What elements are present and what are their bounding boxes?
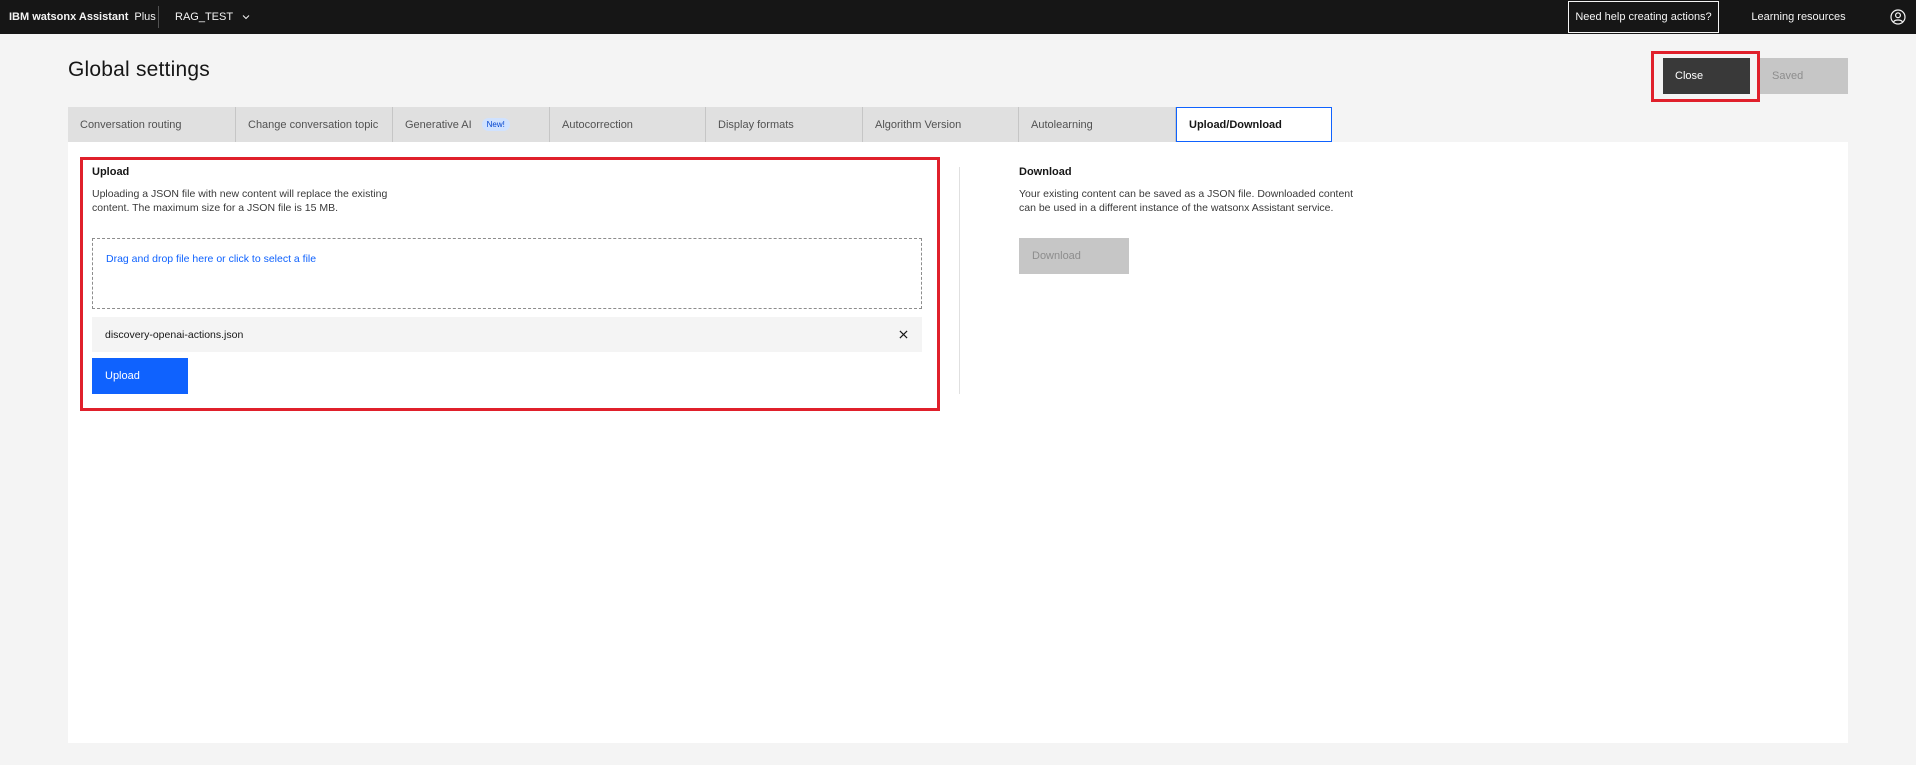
assistant-switcher[interactable]: RAG_TEST: [175, 0, 251, 34]
top-header-bar: IBM watsonx Assistant Plus RAG_TEST Need…: [0, 0, 1916, 34]
tab-label: Change conversation topic: [248, 118, 379, 131]
upload-heading: Upload: [92, 166, 130, 178]
tab-label: Autocorrection: [562, 118, 633, 131]
close-icon[interactable]: [896, 327, 910, 341]
upload-button[interactable]: Upload: [92, 358, 188, 394]
tab-conversation-routing[interactable]: Conversation routing: [68, 107, 236, 142]
need-help-button[interactable]: Need help creating actions?: [1568, 1, 1719, 33]
brand-name: IBM watsonx Assistant: [9, 11, 129, 23]
assistant-name: RAG_TEST: [175, 11, 234, 23]
file-dropzone[interactable]: Drag and drop file here or click to sele…: [92, 238, 922, 309]
tab-label: Upload/Download: [1189, 118, 1282, 131]
tab-change-conversation-topic[interactable]: Change conversation topic: [236, 107, 393, 142]
new-badge: New!: [481, 118, 510, 131]
tab-generative-ai[interactable]: Generative AI New!: [393, 107, 550, 142]
close-button[interactable]: Close: [1663, 58, 1750, 94]
tab-upload-download[interactable]: Upload/Download: [1176, 107, 1332, 142]
selected-file-row: discovery-openai-actions.json: [92, 317, 922, 352]
download-button: Download: [1019, 238, 1129, 274]
settings-tabs: Conversation routing Change conversation…: [68, 107, 1332, 142]
selected-file-name: discovery-openai-actions.json: [105, 328, 244, 341]
product-brand[interactable]: IBM watsonx Assistant Plus: [9, 0, 156, 34]
learning-resources-link[interactable]: Learning resources: [1735, 0, 1862, 34]
chevron-down-icon: [242, 15, 250, 20]
page-title: Global settings: [68, 58, 210, 81]
download-description: Your existing content can be saved as a …: [1019, 188, 1354, 214]
tab-autolearning[interactable]: Autolearning: [1019, 107, 1176, 142]
tab-display-formats[interactable]: Display formats: [706, 107, 863, 142]
tab-label: Display formats: [718, 118, 794, 131]
tab-label: Conversation routing: [80, 118, 182, 131]
tab-algorithm-version[interactable]: Algorithm Version: [863, 107, 1019, 142]
tab-label: Algorithm Version: [875, 118, 962, 131]
dropzone-label: Drag and drop file here or click to sele…: [106, 253, 317, 265]
user-avatar-icon[interactable]: [1880, 0, 1916, 34]
tab-label: Generative AI: [405, 118, 472, 131]
saved-button: Saved: [1760, 58, 1848, 94]
tab-autocorrection[interactable]: Autocorrection: [550, 107, 706, 142]
header-divider: [158, 6, 159, 28]
upload-description: Uploading a JSON file with new content w…: [92, 188, 388, 214]
brand-plan: Plus: [134, 11, 156, 23]
tab-label: Autolearning: [1031, 118, 1093, 131]
section-divider: [959, 167, 960, 394]
download-heading: Download: [1019, 166, 1072, 178]
